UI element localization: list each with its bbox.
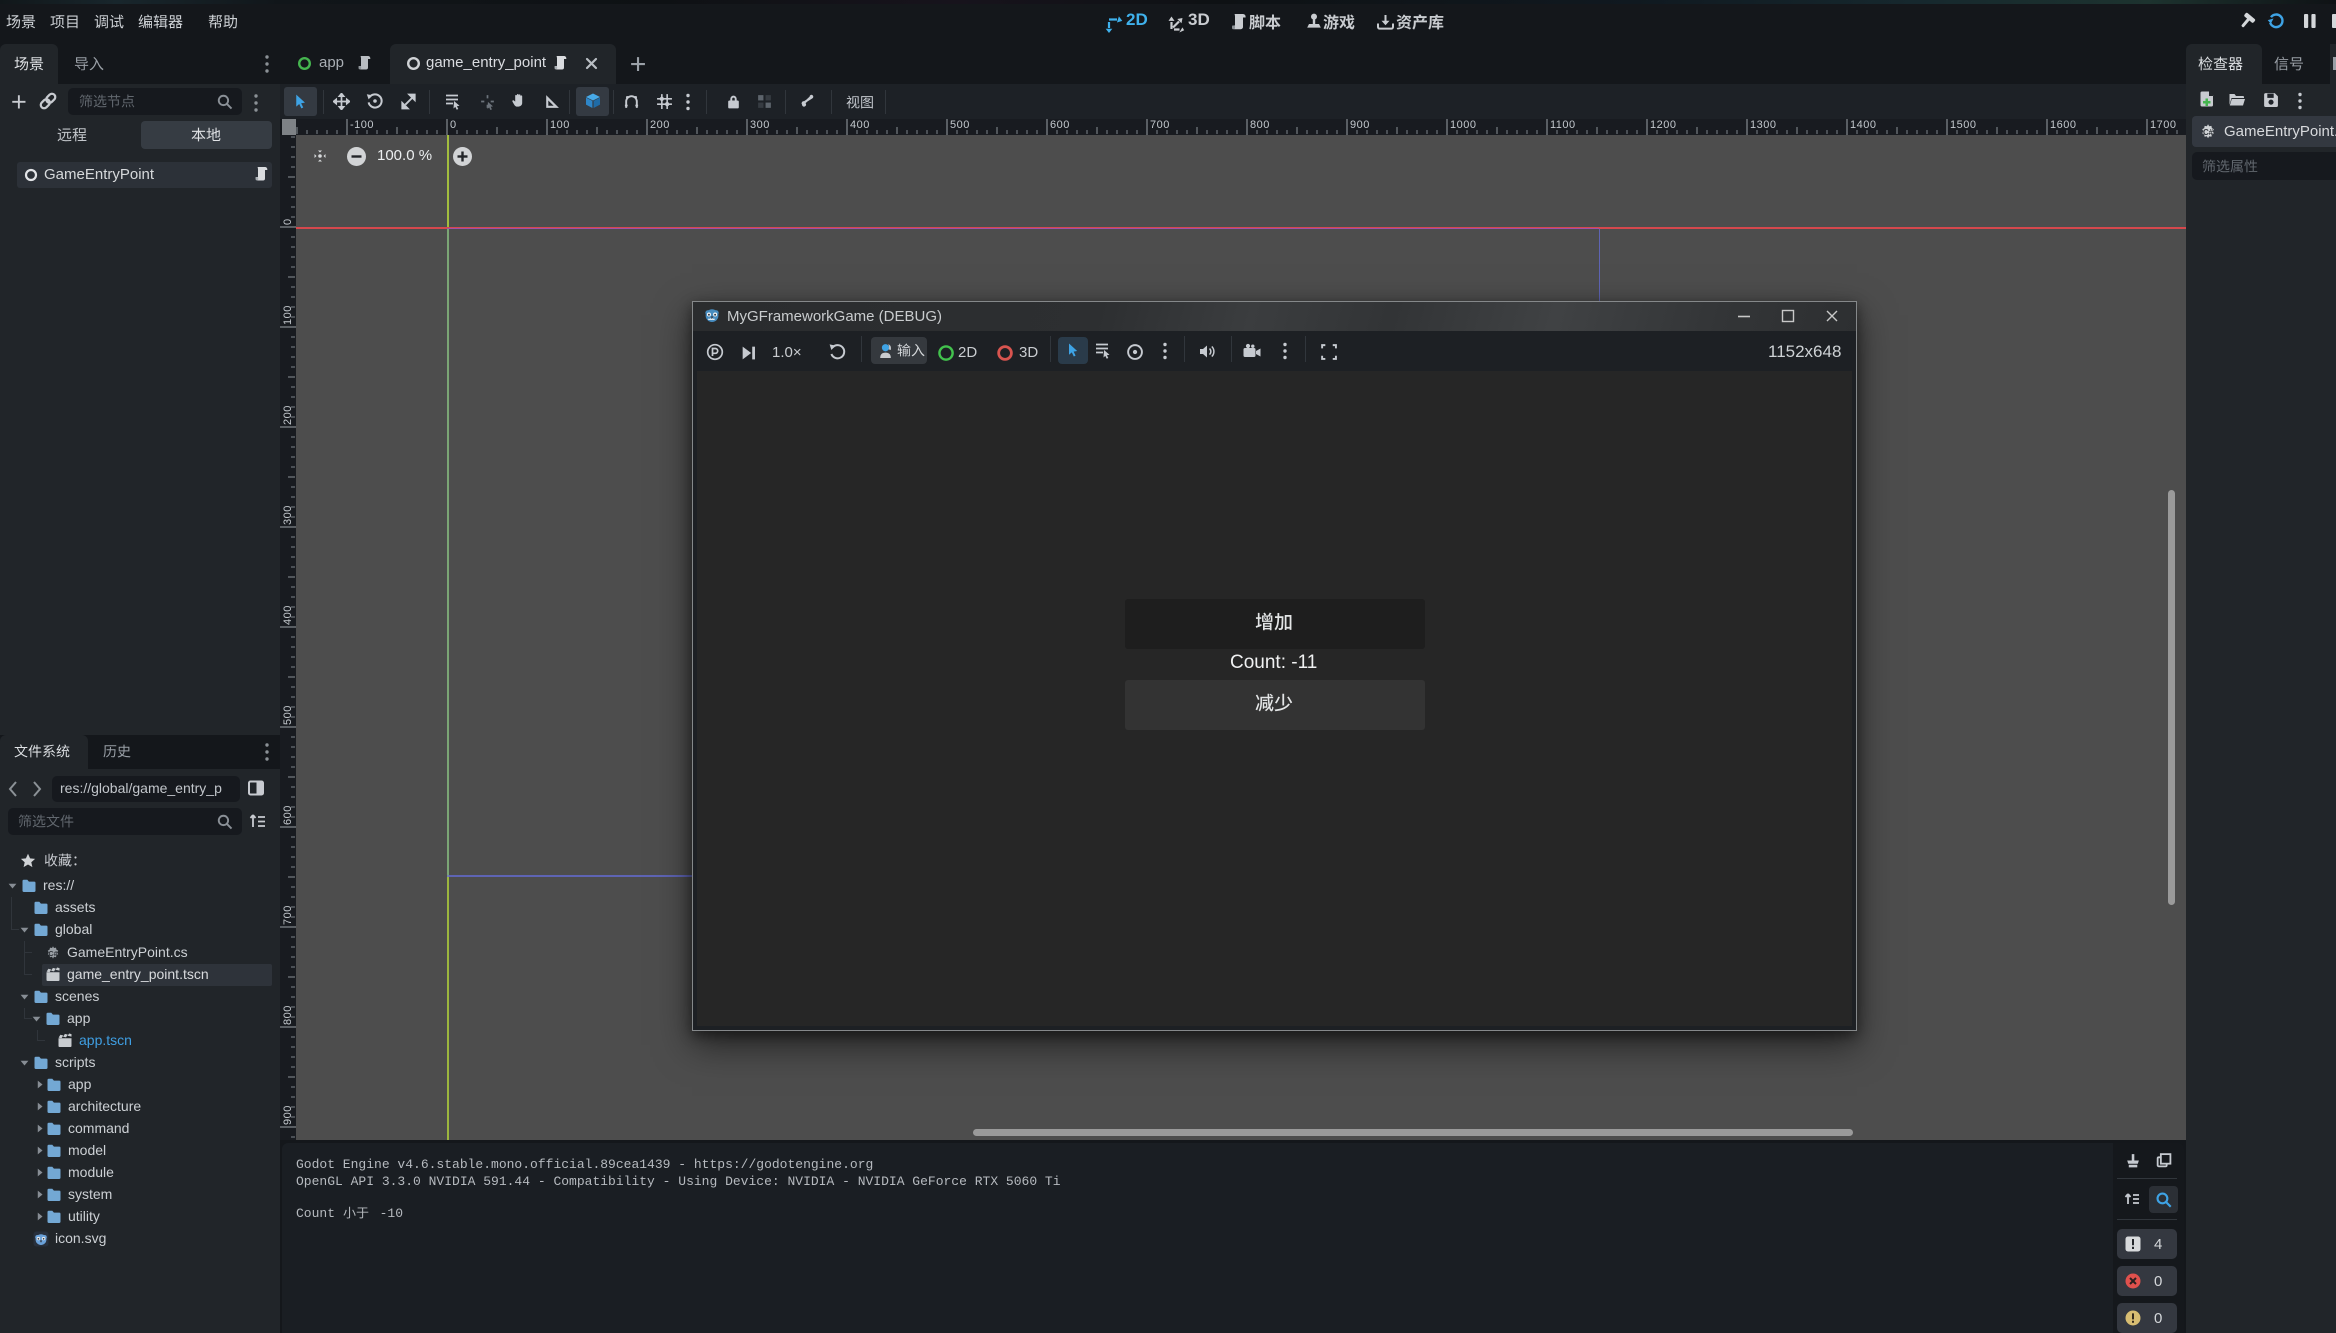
svg-text:C#: C# [2203,128,2214,137]
svg-text:C#: C# [49,951,58,958]
